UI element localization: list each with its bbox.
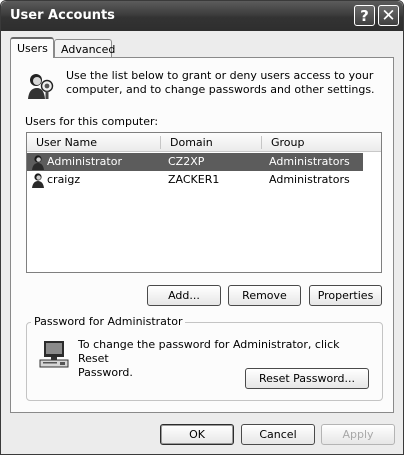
domain-cell: ZACKER1	[168, 173, 220, 186]
user-name-cell: craigz	[47, 173, 81, 186]
intro-line-2: computer, and to change passwords and ot…	[66, 83, 375, 96]
cancel-button[interactable]: Cancel	[241, 424, 315, 445]
help-button[interactable]: ?	[354, 5, 375, 26]
users-list-label: Users for this computer:	[25, 115, 159, 128]
remove-button[interactable]: Remove	[228, 285, 301, 306]
password-line-1: To change the password for Administrator…	[78, 338, 340, 365]
computer-icon	[39, 341, 69, 368]
ok-button[interactable]: OK	[160, 424, 234, 445]
window-title: User Accounts	[10, 8, 115, 23]
table-row[interactable]: Administrator CZ2XP Administrators	[27, 153, 363, 171]
users-tab-panel: Use the list below to grant or deny user…	[10, 57, 394, 413]
domain-cell: CZ2XP	[168, 155, 205, 168]
add-button[interactable]: Add...	[147, 285, 221, 306]
users-list[interactable]: User Name Domain Group Administrator CZ2…	[26, 132, 382, 273]
tab-advanced[interactable]: Advanced	[54, 39, 115, 58]
column-separator[interactable]	[160, 136, 161, 149]
column-header-group[interactable]: Group	[271, 136, 305, 149]
intro-text: Use the list below to grant or deny user…	[66, 69, 386, 97]
user-name-cell: Administrator	[47, 155, 122, 168]
help-icon: ?	[360, 6, 369, 25]
column-separator[interactable]	[261, 136, 262, 149]
tab-users[interactable]: Users	[10, 37, 54, 58]
list-header: User Name Domain Group	[27, 133, 381, 152]
reset-password-button[interactable]: Reset Password...	[245, 368, 369, 389]
close-button[interactable]: ✕	[378, 5, 399, 26]
close-icon: ✕	[381, 5, 396, 26]
users-icon	[28, 74, 54, 99]
column-header-domain[interactable]: Domain	[170, 136, 213, 149]
user-icon	[32, 173, 44, 188]
apply-button[interactable]: Apply	[321, 424, 395, 445]
group-cell: Administrators	[269, 173, 350, 186]
table-row[interactable]: craigz ZACKER1 Administrators	[27, 171, 363, 189]
column-header-user-name[interactable]: User Name	[36, 136, 97, 149]
user-icon	[32, 155, 44, 170]
intro-line-1: Use the list below to grant or deny user…	[66, 69, 374, 82]
password-group-legend: Password for Administrator	[31, 315, 186, 328]
group-cell: Administrators	[269, 155, 350, 168]
title-bar[interactable]: User Accounts ? ✕	[1, 1, 403, 31]
properties-button[interactable]: Properties	[309, 285, 382, 306]
user-accounts-window: User Accounts ? ✕ Users Advanced Use the…	[0, 0, 404, 455]
